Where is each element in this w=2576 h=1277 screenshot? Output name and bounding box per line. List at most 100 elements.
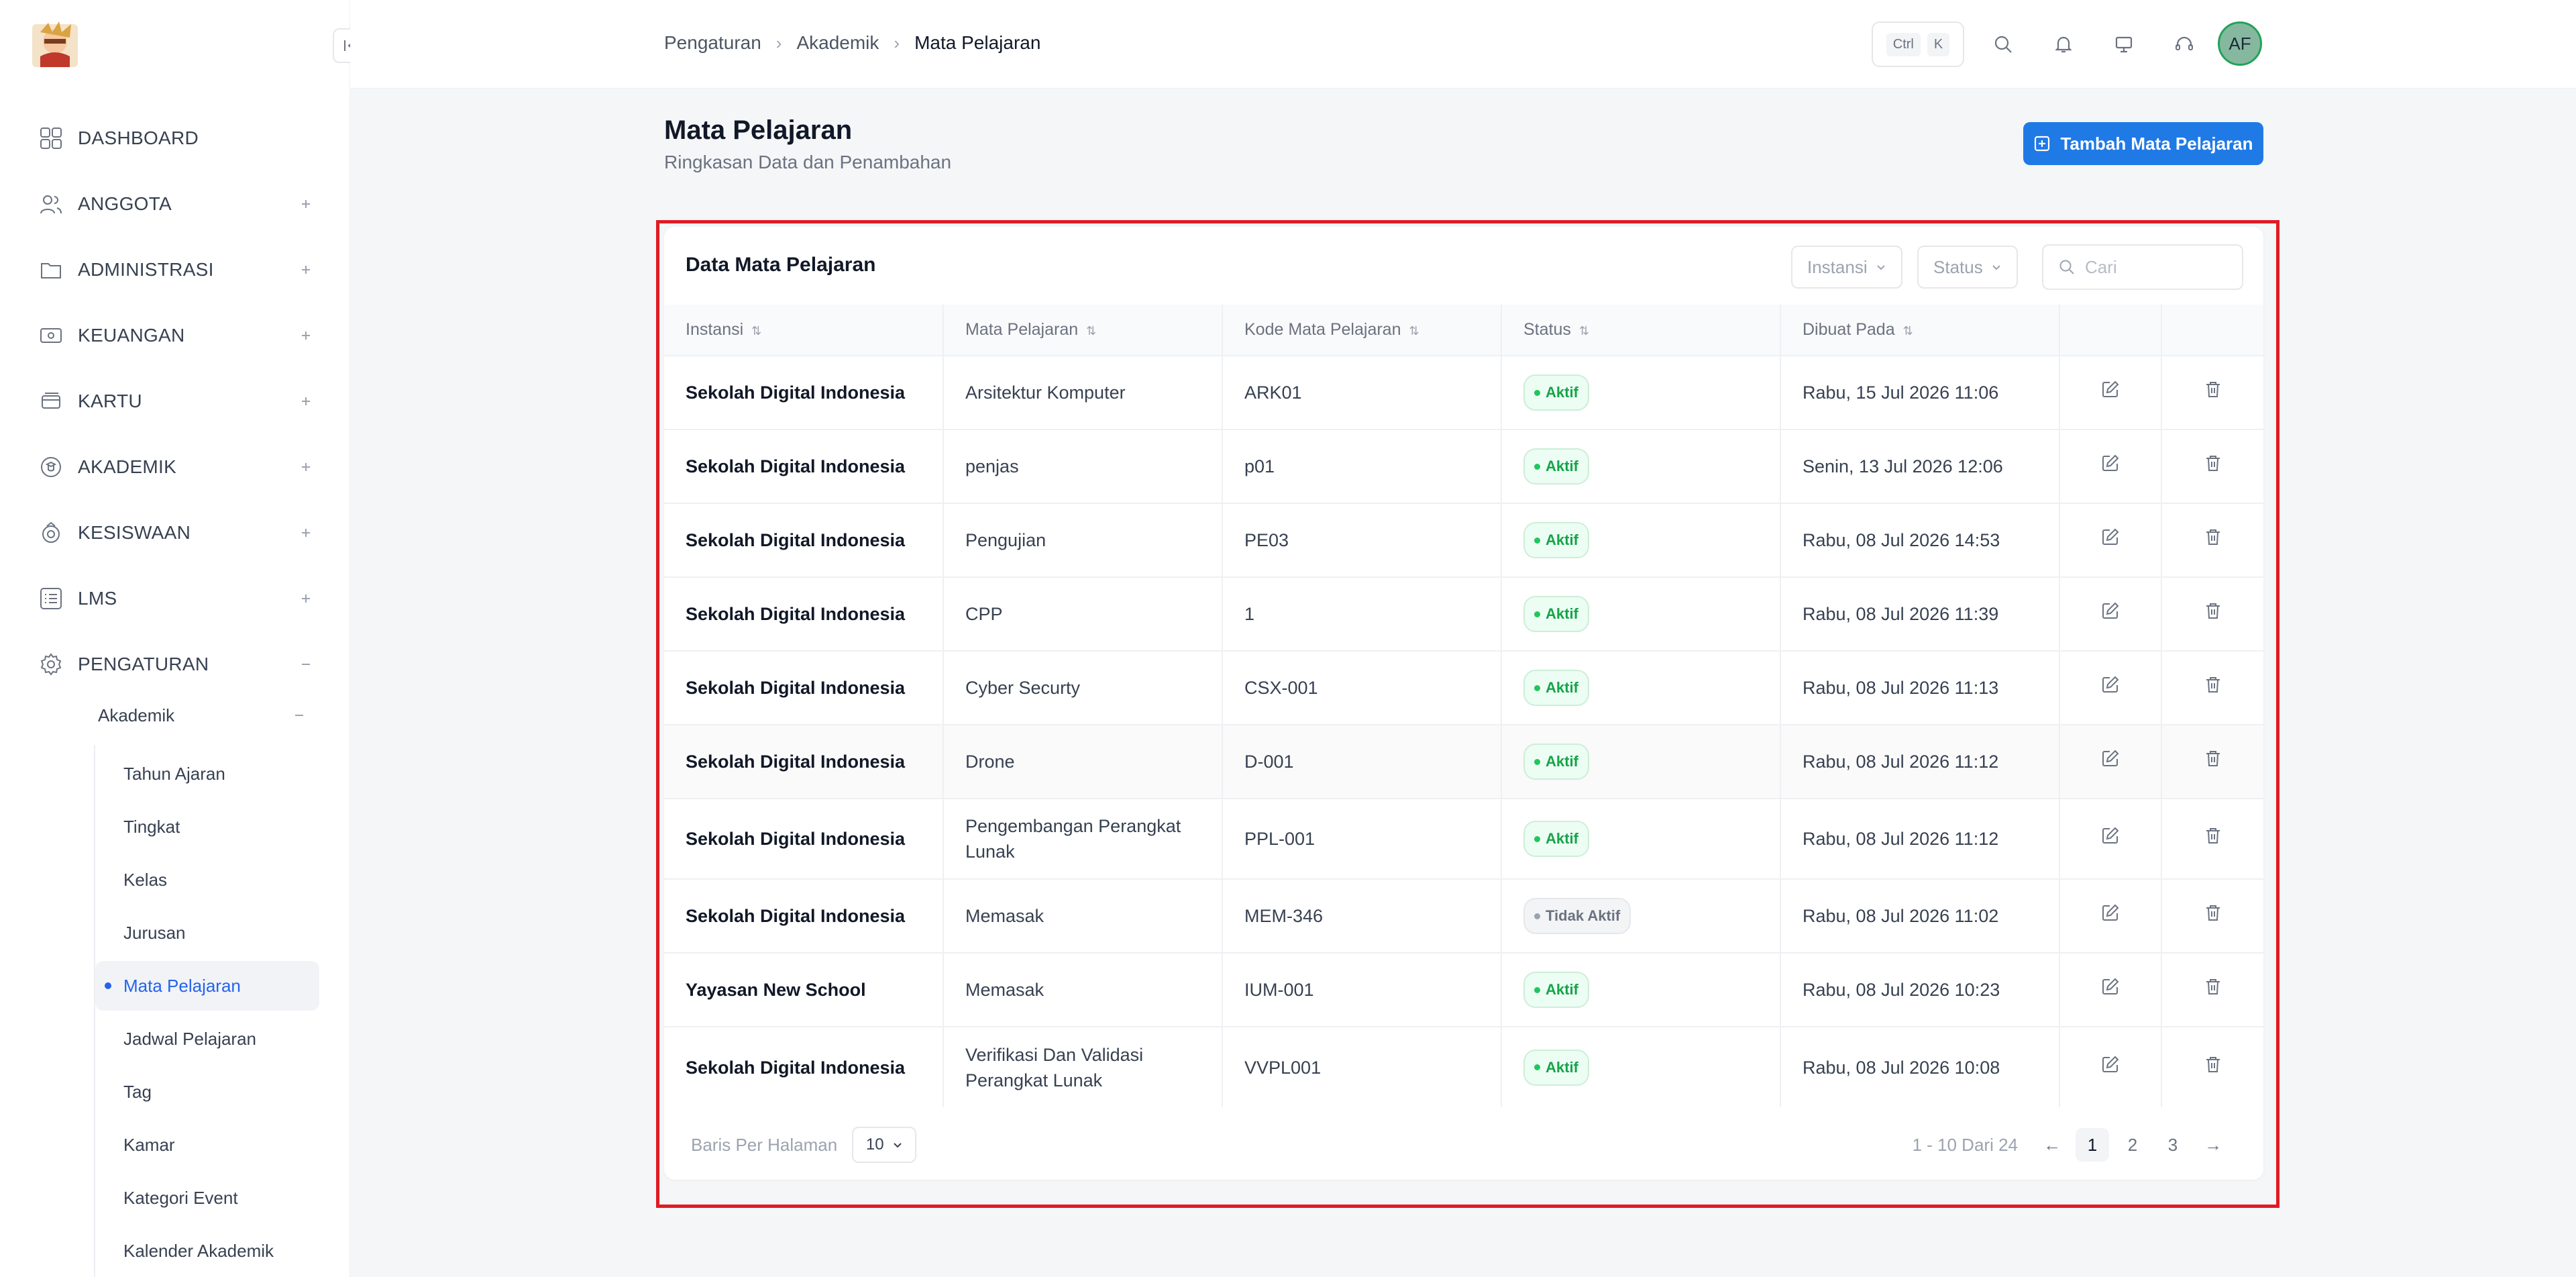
cell-dibuat: Rabu, 08 Jul 2026 10:23 <box>1780 952 2060 1027</box>
trash-icon[interactable] <box>2203 903 2223 923</box>
prev-page-button[interactable]: ← <box>2035 1128 2069 1162</box>
user-avatar[interactable]: AF <box>2218 21 2262 66</box>
table-row[interactable]: Sekolah Digital Indonesia Pengembangan Pe… <box>664 798 2263 879</box>
search-box[interactable] <box>2042 244 2243 290</box>
filter-status[interactable]: Status <box>1917 246 2018 289</box>
edit-icon[interactable] <box>2100 976 2121 997</box>
rows-per-page-select[interactable]: 10 <box>852 1127 917 1163</box>
cell-mapel: Cyber Securty <box>943 650 1223 725</box>
trash-icon[interactable] <box>2203 674 2223 695</box>
cell-instansi: Sekolah Digital Indonesia <box>664 724 944 799</box>
trash-icon[interactable] <box>2203 453 2223 473</box>
sidebar-item-anggota[interactable]: ANGGOTA <box>38 184 319 224</box>
breadcrumb-item-pengaturan[interactable]: Pengaturan <box>664 32 761 54</box>
headset-icon[interactable] <box>2167 27 2202 62</box>
trash-icon[interactable] <box>2203 379 2223 399</box>
cell-kode: MEM-346 <box>1222 878 1502 953</box>
sidebar: DASHBOARD ANGGOTA ADMINISTRASI KEUANGAN KART… <box>0 0 368 1277</box>
plus-icon[interactable] <box>292 585 319 612</box>
plus-icon[interactable] <box>292 388 319 415</box>
sidebar-leaf-jurusan[interactable]: Jurusan <box>95 908 319 958</box>
page-button-3[interactable]: 3 <box>2156 1128 2190 1162</box>
table-row[interactable]: Yayasan New School Memasak IUM-001 Aktif Rab… <box>664 952 2263 1027</box>
edit-icon[interactable] <box>2100 903 2121 923</box>
sidebar-leaf-tahun-ajaran[interactable]: Tahun Ajaran <box>95 749 319 799</box>
trash-icon[interactable] <box>2203 1054 2223 1074</box>
table-row[interactable]: Sekolah Digital Indonesia Memasak MEM-346 T… <box>664 878 2263 953</box>
sidebar-item-pengaturan[interactable]: PENGATURAN <box>38 644 319 684</box>
col-header-instansi[interactable]: Instansi ⇅ <box>664 305 944 356</box>
sidebar-subgroup-akademik[interactable]: Akademik <box>98 698 313 733</box>
col-header-status[interactable]: Status ⇅ <box>1501 305 1781 356</box>
col-header-mapel[interactable]: Mata Pelajaran ⇅ <box>943 305 1223 356</box>
cell-edit <box>2059 952 2162 1027</box>
sidebar-item-kartu[interactable]: KARTU <box>38 381 319 421</box>
sidebar-item-administrasi[interactable]: ADMINISTRASI <box>38 250 319 290</box>
add-subject-button[interactable]: Tambah Mata Pelajaran <box>2023 122 2263 165</box>
plus-icon[interactable] <box>292 454 319 480</box>
trash-icon[interactable] <box>2203 601 2223 621</box>
page-button-2[interactable]: 2 <box>2116 1128 2149 1162</box>
col-header-dibuat[interactable]: Dibuat Pada ⇅ <box>1780 305 2060 356</box>
app-logo[interactable] <box>30 19 80 70</box>
plus-icon[interactable] <box>292 322 319 349</box>
bell-icon[interactable] <box>2046 27 2081 62</box>
plus-icon[interactable] <box>292 519 319 546</box>
minus-icon[interactable] <box>292 651 319 678</box>
sidebar-leaf-tag[interactable]: Tag <box>95 1067 319 1117</box>
kbd-k: K <box>1927 32 1950 56</box>
sidebar-item-akademik[interactable]: AKADEMIK <box>38 447 319 487</box>
sidebar-item-lms[interactable]: LMS <box>38 578 319 619</box>
col-header-kode[interactable]: Kode Mata Pelajaran ⇅ <box>1222 305 1502 356</box>
filter-instansi[interactable]: Instansi <box>1791 246 1902 289</box>
sidebar-item-kesiswaan[interactable]: KESISWAAN <box>38 513 319 553</box>
sidebar-leaf-tingkat[interactable]: Tingkat <box>95 802 319 852</box>
table-row[interactable]: Sekolah Digital Indonesia Cyber Securty CS… <box>664 650 2263 725</box>
sidebar-leaf-mata-pelajaran[interactable]: Mata Pelajaran <box>95 961 319 1011</box>
monitor-icon[interactable] <box>2106 27 2141 62</box>
breadcrumb-item-akademik[interactable]: Akademik <box>796 32 879 54</box>
edit-icon[interactable] <box>2100 748 2121 768</box>
edit-icon[interactable] <box>2100 379 2121 399</box>
status-badge: Aktif <box>1523 972 1589 1008</box>
edit-icon[interactable] <box>2100 825 2121 846</box>
status-dot <box>1534 986 1540 993</box>
status-badge: Tidak Aktif <box>1523 898 1631 934</box>
trash-icon[interactable] <box>2203 825 2223 846</box>
sidebar-leaf-jadwal-pelajaran[interactable]: Jadwal Pelajaran <box>95 1014 319 1064</box>
sidebar-leaf-kamar[interactable]: Kamar <box>95 1120 319 1170</box>
table-row[interactable]: Sekolah Digital Indonesia Arsitektur Komp… <box>664 355 2263 429</box>
cell-edit <box>2059 798 2162 879</box>
edit-icon[interactable] <box>2100 453 2121 473</box>
status-label: Aktif <box>1546 981 1578 998</box>
trash-icon[interactable] <box>2203 748 2223 768</box>
status-badge: Aktif <box>1523 374 1589 411</box>
edit-icon[interactable] <box>2100 527 2121 547</box>
plus-icon[interactable] <box>292 256 319 283</box>
page-button-1[interactable]: 1 <box>2076 1128 2109 1162</box>
cell-edit <box>2059 355 2162 429</box>
sidebar-item-keuangan[interactable]: KEUANGAN <box>38 315 319 356</box>
trash-icon[interactable] <box>2203 527 2223 547</box>
search-icon[interactable] <box>1986 27 2021 62</box>
command-palette-shortcut[interactable]: Ctrl K <box>1872 21 1964 67</box>
sidebar-leaf-kategori-event[interactable]: Kategori Event <box>95 1173 319 1223</box>
edit-icon[interactable] <box>2100 674 2121 695</box>
cell-kode: VVPL001 <box>1222 1026 1502 1107</box>
minus-icon[interactable] <box>286 702 313 729</box>
cell-edit <box>2059 576 2162 651</box>
edit-icon[interactable] <box>2100 1054 2121 1074</box>
sidebar-leaf-kalender-akademik[interactable]: Kalender Akademik <box>95 1226 319 1276</box>
next-page-button[interactable]: → <box>2196 1128 2230 1162</box>
trash-icon[interactable] <box>2203 976 2223 997</box>
table-row[interactable]: Sekolah Digital Indonesia Drone D-001 Aktif… <box>664 724 2263 799</box>
table-row[interactable]: Sekolah Digital Indonesia penjas p01 Aktif S… <box>664 429 2263 503</box>
edit-icon[interactable] <box>2100 601 2121 621</box>
table-row[interactable]: Sekolah Digital Indonesia Verifikasi Dan … <box>664 1026 2263 1107</box>
search-input[interactable] <box>2085 256 2233 278</box>
table-row[interactable]: Sekolah Digital Indonesia CPP 1 Aktif Rabu, … <box>664 576 2263 651</box>
sidebar-item-dashboard[interactable]: DASHBOARD <box>38 118 319 158</box>
sidebar-leaf-kelas[interactable]: Kelas <box>95 855 319 905</box>
table-row[interactable]: Sekolah Digital Indonesia Pengujian PE03 Ak… <box>664 503 2263 577</box>
plus-icon[interactable] <box>292 191 319 217</box>
